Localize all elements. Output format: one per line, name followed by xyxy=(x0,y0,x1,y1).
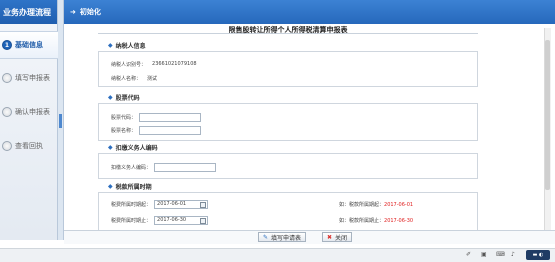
period-start-label: 税费所属时期起： xyxy=(111,201,152,208)
taxpayer-name-label: 纳税人名称： xyxy=(111,75,142,82)
collapse-handle[interactable] xyxy=(59,114,62,128)
stock-code-row: 股票代码： xyxy=(111,112,202,122)
step-number-icon: 1 xyxy=(2,40,12,50)
withholding-box: 扣缴义务人编码： xyxy=(98,153,478,179)
taxpayer-box: 纳税人识别号： 23661021079108 纳税人名称： 测试 xyxy=(98,51,478,87)
hint-prefix: 如：税款所属期止： xyxy=(339,218,385,224)
section-heading: ◆ 扣缴义务人编码 xyxy=(98,142,478,153)
stock-code-label: 股票代码： xyxy=(111,114,137,121)
taxpayer-id-value: 23661021079108 xyxy=(152,61,197,67)
hint-date: 2017-06-01 xyxy=(384,202,414,208)
form-title: 限售股转让所得个人所得税清算申报表 xyxy=(228,26,348,34)
period-end-label: 税费所属时期止： xyxy=(111,217,152,224)
period-end-row: 税费所属时期止： 2017-06-30 xyxy=(111,215,209,225)
step-label: 确认申报表 xyxy=(15,108,50,116)
network-icon[interactable]: ▣ xyxy=(481,251,487,258)
stock-name-label: 股票名称： xyxy=(111,127,137,134)
step-basic-info[interactable]: 1 基础信息 xyxy=(0,31,58,59)
pen-icon[interactable]: ✐ xyxy=(466,251,471,258)
page-title: 初始化 xyxy=(79,8,101,16)
section-heading-text: 扣缴义务人编码 xyxy=(115,145,158,152)
tray-clock[interactable]: ▬ ◐ xyxy=(526,250,550,260)
step-confirm-form[interactable]: 确认申报表 xyxy=(0,98,58,126)
stock-section: ◆ 股票代码 股票代码： 股票名称： xyxy=(98,92,478,141)
period-start-hint: 如：税款所属期起：2017-06-01 xyxy=(339,201,413,208)
taxpayer-name-row: 纳税人名称： 测试 xyxy=(111,73,157,83)
calendar-icon[interactable] xyxy=(200,201,207,208)
period-end-input[interactable]: 2017-06-30 xyxy=(154,215,209,225)
period-start-row: 税费所属时期起： 2017-06-01 xyxy=(111,199,209,209)
sidebar-title: 业务办理流程 xyxy=(0,0,57,24)
period-end-hint: 如：税款所属期止：2017-06-30 xyxy=(339,217,413,224)
withholding-code-label: 扣缴义务人编码： xyxy=(111,164,152,171)
step-circle-icon xyxy=(2,107,12,117)
step-circle-icon xyxy=(2,73,12,83)
period-box: 税费所属时期起： 2017-06-01 税费所属时期止： 2017-06-30 … xyxy=(98,192,478,232)
section-heading-text: 股票代码 xyxy=(115,95,140,102)
stock-code-input[interactable] xyxy=(139,112,202,122)
fill-form-button[interactable]: ✎ 填写申请表 xyxy=(258,232,307,242)
speaker-icon[interactable]: ♪ xyxy=(511,251,515,258)
bullet-icon: ◆ xyxy=(108,144,113,151)
period-section: ◆ 税款所属时期 税费所属时期起： 2017-06-01 税费所属时期止： 20… xyxy=(98,181,478,232)
step-circle-icon xyxy=(2,141,12,151)
section-heading-text: 税款所属时期 xyxy=(115,184,152,191)
withholding-section: ◆ 扣缴义务人编码 扣缴义务人编码： xyxy=(98,142,478,179)
taxpayer-id-row: 纳税人识别号： 23661021079108 xyxy=(111,59,197,69)
step-label: 填写申报表 xyxy=(15,74,50,82)
withholding-code-input[interactable] xyxy=(154,162,217,172)
bullet-icon: ◆ xyxy=(108,94,113,101)
close-button[interactable]: ✖ 关闭 xyxy=(322,232,353,242)
section-heading: ◆ 纳税人信息 xyxy=(98,40,478,51)
step-view-receipt[interactable]: 查看回执 xyxy=(0,132,58,160)
stock-name-row: 股票名称： xyxy=(111,125,202,135)
step-fill-form[interactable]: 填写申报表 xyxy=(0,64,58,92)
step-label: 基础信息 xyxy=(15,41,43,49)
fill-form-label: 填写申请表 xyxy=(271,234,302,242)
withholding-code-row: 扣缴义务人编码： xyxy=(111,162,217,172)
edit-icon: ✎ xyxy=(263,233,269,241)
button-bar xyxy=(64,230,555,244)
page-header: ➜ 初始化 xyxy=(64,0,555,24)
period-start-input[interactable]: 2017-06-01 xyxy=(154,199,209,209)
scrollbar-thumb[interactable] xyxy=(545,40,550,190)
section-heading: ◆ 股票代码 xyxy=(98,92,478,103)
bullet-icon: ◆ xyxy=(108,42,113,49)
arrow-right-icon: ➜ xyxy=(70,8,76,16)
close-label: 关闭 xyxy=(335,234,348,242)
stock-name-input[interactable] xyxy=(139,125,202,135)
keyboard-icon[interactable]: ⌨ xyxy=(496,251,505,258)
period-start-value: 2017-06-01 xyxy=(157,201,187,207)
taskbar xyxy=(0,248,555,262)
taxpayer-id-label: 纳税人识别号： xyxy=(111,61,147,68)
calendar-icon[interactable] xyxy=(200,217,207,224)
close-icon: ✖ xyxy=(327,233,333,241)
bullet-icon: ◆ xyxy=(108,183,113,190)
hint-date: 2017-06-30 xyxy=(384,218,414,224)
period-end-value: 2017-06-30 xyxy=(157,217,187,223)
step-label: 查看回执 xyxy=(15,142,43,150)
section-heading: ◆ 税款所属时期 xyxy=(98,181,478,192)
taxpayer-section: ◆ 纳税人信息 纳税人识别号： 23661021079108 纳税人名称： 测试 xyxy=(98,40,478,87)
taxpayer-name-value: 测试 xyxy=(147,75,158,82)
stock-box: 股票代码： 股票名称： xyxy=(98,103,478,141)
section-heading-text: 纳税人信息 xyxy=(115,43,146,50)
hint-prefix: 如：税款所属期起： xyxy=(339,202,385,208)
